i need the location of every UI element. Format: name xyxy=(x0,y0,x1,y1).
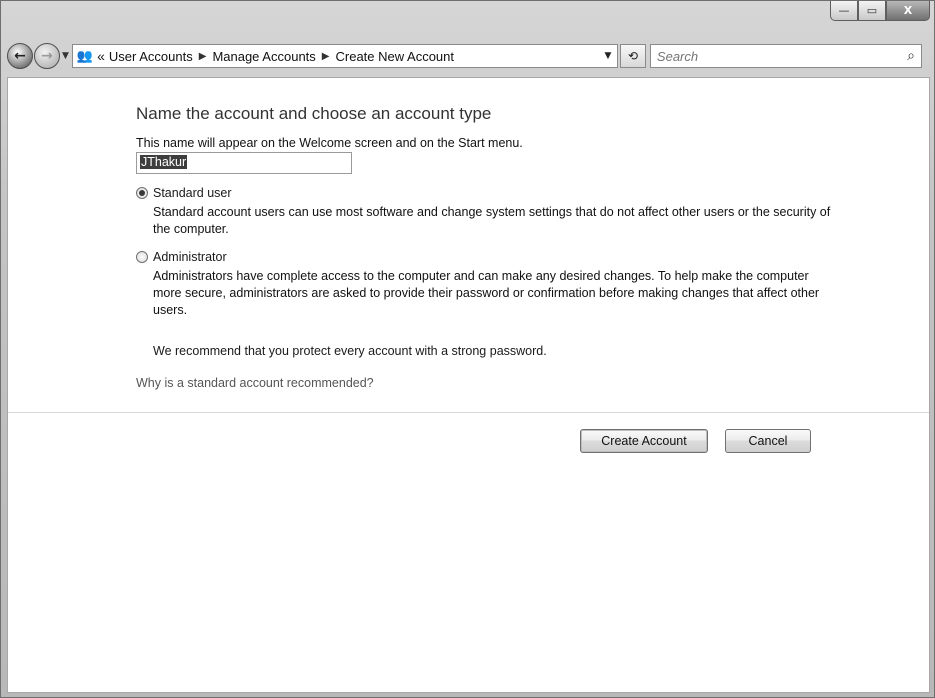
chevron-right-icon[interactable]: ▶ xyxy=(322,51,330,62)
standard-user-radio[interactable] xyxy=(136,187,148,199)
breadcrumb-overflow[interactable]: « xyxy=(97,48,105,64)
account-name-value[interactable]: JThakur xyxy=(140,155,188,169)
password-recommendation: We recommend that you protect every acco… xyxy=(153,344,547,358)
recent-pages-dropdown[interactable]: ▼ xyxy=(62,51,69,61)
address-dropdown-icon[interactable]: ▼ xyxy=(599,51,617,61)
back-arrow-icon: ← xyxy=(14,48,26,64)
administrator-description: Administrators have complete access to t… xyxy=(153,269,820,317)
breadcrumb-user-accounts[interactable]: User Accounts xyxy=(109,49,193,64)
account-name-input[interactable]: JThakur xyxy=(136,152,352,174)
close-button[interactable]: X xyxy=(886,1,930,21)
standard-user-option: Standard user Standard account users can… xyxy=(136,186,833,238)
forward-button[interactable]: → xyxy=(34,43,60,69)
window-frame: — ▭ X ← → ▼ 👥 « User Accounts ▶ Manage A… xyxy=(0,0,935,698)
refresh-button[interactable]: ⟲ xyxy=(619,44,646,68)
create-account-button[interactable]: Create Account xyxy=(580,429,708,453)
standard-user-description: Standard account users can use most soft… xyxy=(153,205,831,236)
search-input[interactable] xyxy=(656,48,908,64)
breadcrumb-create-new-account[interactable]: Create New Account xyxy=(336,49,455,64)
users-icon: 👥 xyxy=(76,48,94,64)
name-description: This name will appear on the Welcome scr… xyxy=(136,136,523,150)
administrator-radio[interactable] xyxy=(136,251,148,263)
forward-arrow-icon: → xyxy=(41,48,53,64)
content-pane: Name the account and choose an account t… xyxy=(7,77,930,693)
breadcrumb-manage-accounts[interactable]: Manage Accounts xyxy=(212,49,315,64)
search-box[interactable]: ⌕ xyxy=(649,44,922,68)
cancel-button[interactable]: Cancel xyxy=(725,429,811,453)
maximize-button[interactable]: ▭ xyxy=(858,1,886,21)
caption-buttons: — ▭ X xyxy=(830,1,930,23)
page-title: Name the account and choose an account t… xyxy=(136,104,492,123)
administrator-label[interactable]: Administrator xyxy=(153,250,227,264)
back-button[interactable]: ← xyxy=(7,43,33,69)
divider xyxy=(8,412,929,413)
address-bar[interactable]: 👥 « User Accounts ▶ Manage Accounts ▶ Cr… xyxy=(71,44,618,68)
minimize-button[interactable]: — xyxy=(830,1,858,21)
standard-user-label[interactable]: Standard user xyxy=(153,186,232,200)
chevron-right-icon[interactable]: ▶ xyxy=(199,51,207,62)
search-icon[interactable]: ⌕ xyxy=(907,48,915,64)
refresh-icon: ⟲ xyxy=(627,49,638,63)
administrator-option: Administrator Administrators have comple… xyxy=(136,250,833,319)
navigation-bar: ← → ▼ 👥 « User Accounts ▶ Manage Account… xyxy=(7,41,930,71)
why-standard-account-link[interactable]: Why is a standard account recommended? xyxy=(136,376,374,390)
